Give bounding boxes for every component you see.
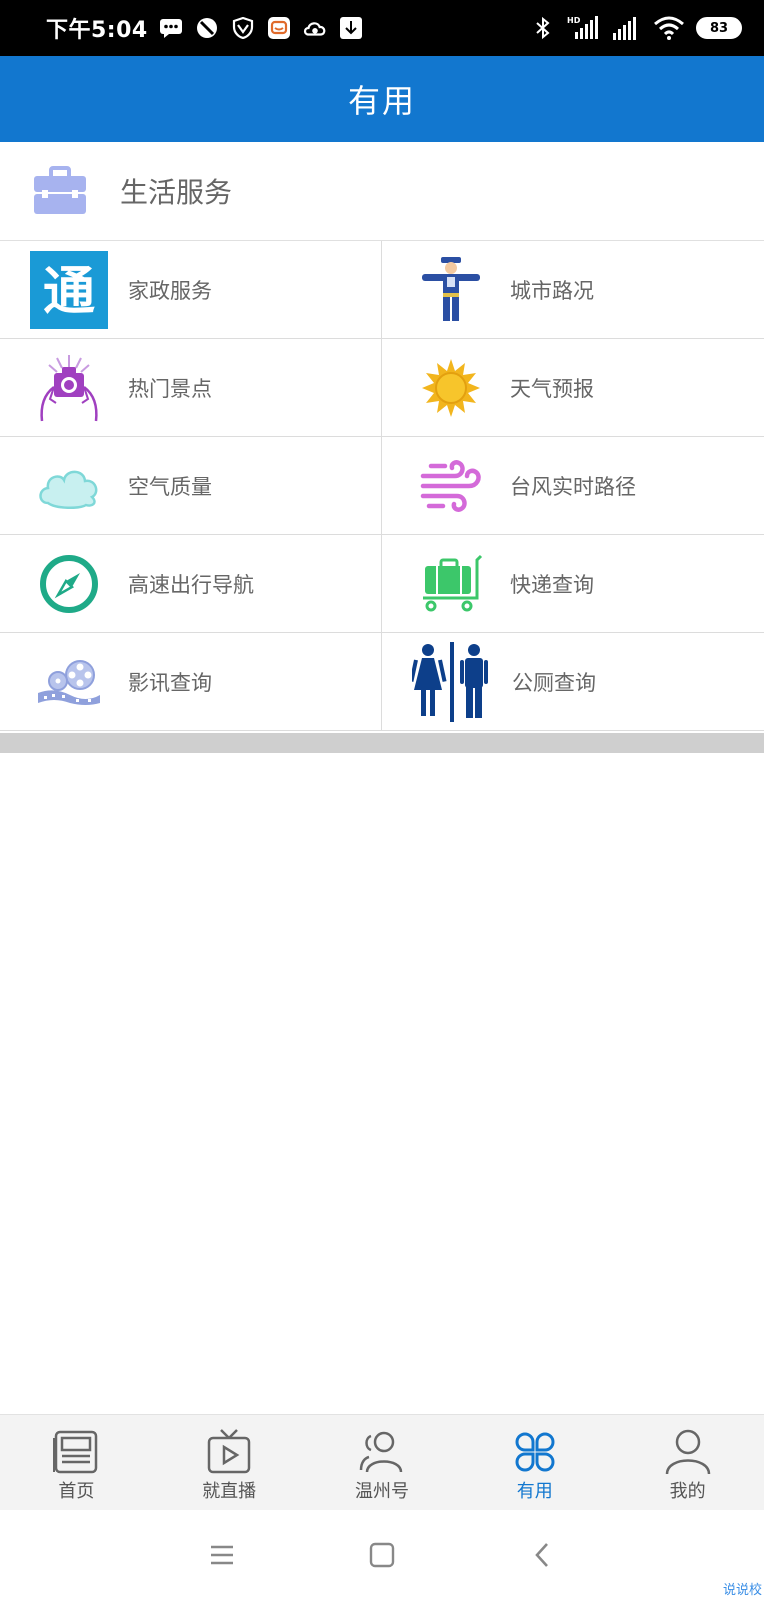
status-bar: 下午5:04 HD 83 <box>0 0 764 56</box>
nav-profile[interactable]: 我的 <box>611 1415 764 1510</box>
cloud-icon <box>30 447 108 525</box>
svg-text:HD: HD <box>567 16 581 25</box>
menu-icon[interactable] <box>202 1535 242 1575</box>
section-divider <box>0 733 764 753</box>
nav-label: 首页 <box>58 1481 95 1502</box>
compass-icon <box>30 545 108 623</box>
sun-icon <box>412 349 490 427</box>
service-highway-navigation[interactable]: 高速出行导航 <box>0 535 382 633</box>
watermark: 说说校 <box>722 1583 762 1598</box>
shield-v-icon <box>230 15 256 41</box>
download-icon <box>338 15 364 41</box>
system-status-icons: HD 83 <box>530 15 742 41</box>
luggage-cart-icon <box>412 545 490 623</box>
block-icon <box>194 15 220 41</box>
service-typhoon-path[interactable]: 台风实时路径 <box>382 437 764 535</box>
nav-label: 有用 <box>516 1481 553 1502</box>
section-header: 生活服务 <box>0 142 764 241</box>
battery-indicator: 83 <box>696 17 742 39</box>
section-title: 生活服务 <box>120 176 233 209</box>
service-air-quality[interactable]: 空气质量 <box>0 437 382 535</box>
film-reel-icon <box>30 643 108 721</box>
briefcase-icon <box>32 166 88 216</box>
people-icon <box>356 1427 408 1477</box>
service-label: 天气预报 <box>510 376 594 401</box>
service-label: 家政服务 <box>128 278 212 303</box>
service-label: 快递查询 <box>510 572 594 597</box>
nav-home[interactable]: 首页 <box>0 1415 153 1510</box>
service-label: 影讯查询 <box>128 670 212 695</box>
traffic-police-icon <box>412 251 490 329</box>
cloud-sync-icon <box>302 15 328 41</box>
restroom-icon <box>412 641 492 722</box>
service-weather[interactable]: 天气预报 <box>382 339 764 437</box>
service-label: 热门景点 <box>128 376 212 401</box>
message-icon <box>158 15 184 41</box>
signal-hd-icon: HD <box>566 15 600 41</box>
nav-label: 温州号 <box>354 1481 409 1502</box>
page-title: 有用 <box>347 82 416 120</box>
nav-wenzhou[interactable]: 温州号 <box>306 1415 459 1510</box>
service-public-toilet[interactable]: 公厕查询 <box>382 633 764 731</box>
service-grid: 通 家政服务 城市路况 热门景点 天气预报 空气质量 台风实时路径 高速出行导航… <box>0 241 764 731</box>
service-express-tracking[interactable]: 快递查询 <box>382 535 764 633</box>
system-nav-bar <box>0 1510 764 1600</box>
service-label: 台风实时路径 <box>510 474 636 499</box>
wind-icon <box>412 447 490 525</box>
service-label: 高速出行导航 <box>128 572 254 597</box>
four-circles-icon <box>509 1427 561 1477</box>
nav-label: 我的 <box>669 1481 706 1502</box>
newspaper-icon <box>50 1427 102 1477</box>
nav-label: 就直播 <box>202 1481 257 1502</box>
nav-live[interactable]: 就直播 <box>153 1415 306 1510</box>
bluetooth-icon <box>530 15 556 41</box>
camera-person-icon <box>30 349 108 427</box>
notification-icons <box>158 15 364 41</box>
wifi-icon <box>652 15 686 41</box>
status-time: 下午5:04 <box>46 18 148 43</box>
tong-logo-icon: 通 <box>30 250 108 329</box>
signal-icon <box>610 15 642 41</box>
service-label: 空气质量 <box>128 474 212 499</box>
service-movie-info[interactable]: 影讯查询 <box>0 633 382 731</box>
user-icon <box>662 1427 714 1477</box>
app-badge-icon <box>266 15 292 41</box>
home-square-icon[interactable] <box>362 1535 402 1575</box>
service-city-traffic[interactable]: 城市路况 <box>382 241 764 339</box>
svg-text:通: 通 <box>43 262 95 322</box>
tv-play-icon <box>203 1427 255 1477</box>
service-label: 城市路况 <box>510 278 594 303</box>
nav-useful[interactable]: 有用 <box>458 1415 611 1510</box>
service-hot-attractions[interactable]: 热门景点 <box>0 339 382 437</box>
bottom-nav: 首页 就直播 温州号 有用 我的 <box>0 1414 764 1510</box>
service-housekeeping[interactable]: 通 家政服务 <box>0 241 382 339</box>
back-icon[interactable] <box>522 1535 562 1575</box>
service-label: 公厕查询 <box>512 670 596 695</box>
app-header: 有用 <box>0 56 764 142</box>
